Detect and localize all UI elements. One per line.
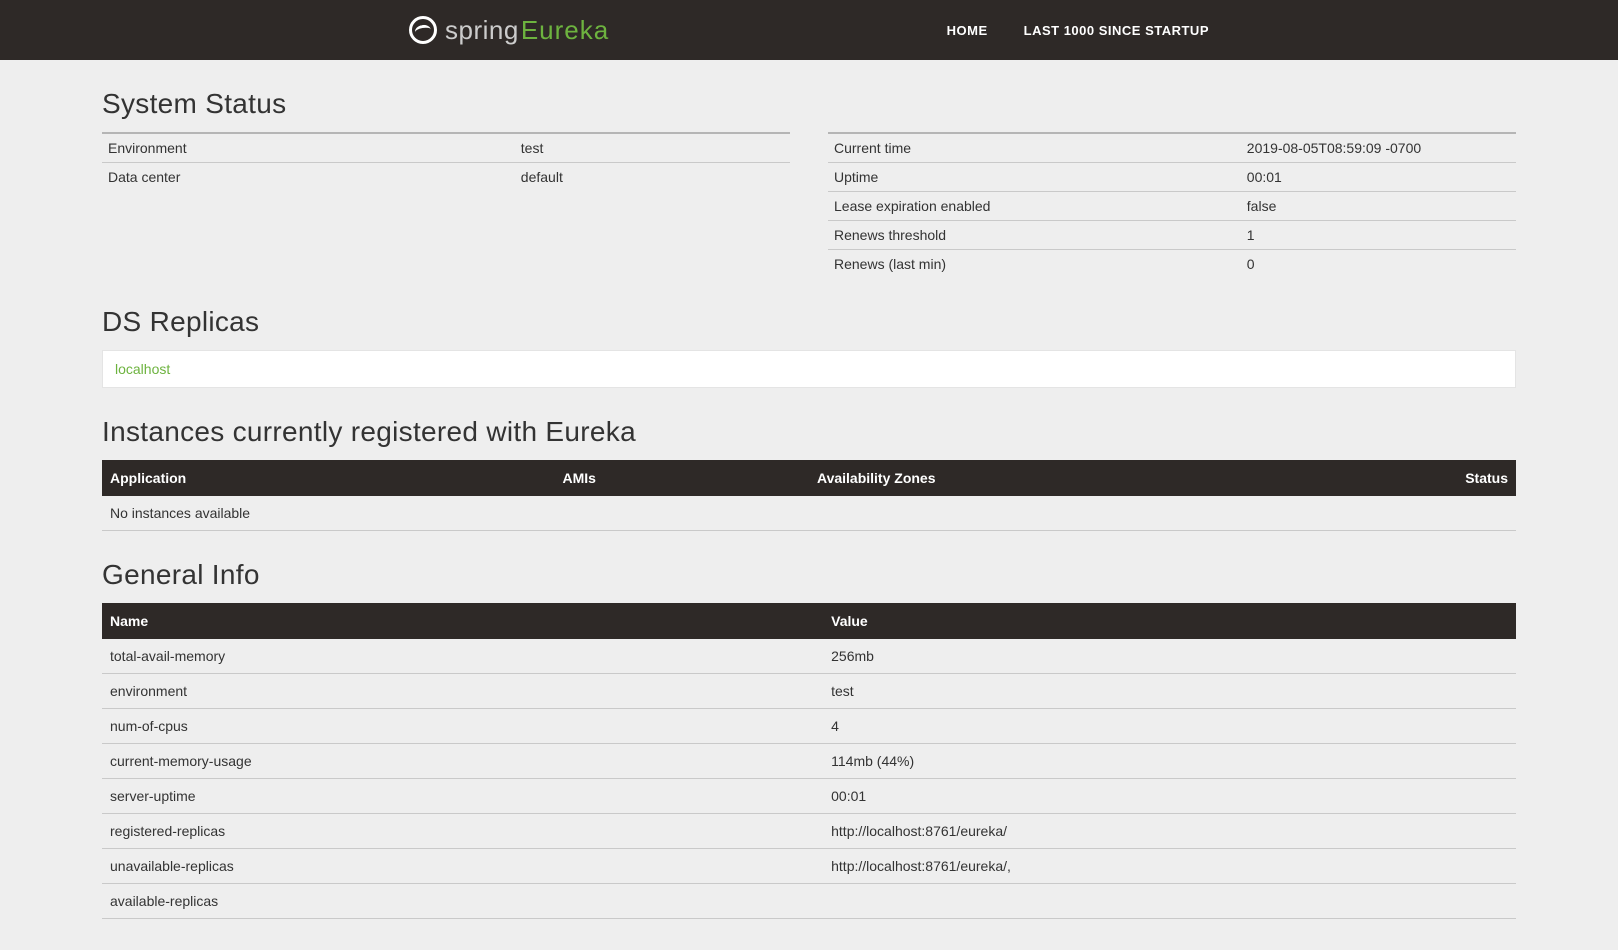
general-info-row: num-of-cpus4 (102, 709, 1516, 744)
system-status-right-table: Current time2019-08-05T08:59:09 -0700Upt… (828, 132, 1516, 278)
instances-empty-row: No instances available (102, 496, 1516, 531)
status-row: Environmenttest (102, 133, 790, 163)
status-value: 1 (1241, 221, 1516, 250)
gi-name: server-uptime (102, 779, 823, 814)
status-row: Renews (last min)0 (828, 250, 1516, 279)
nav-links: HOME LAST 1000 SINCE STARTUP (947, 23, 1209, 38)
brand-primary-text: spring (445, 15, 519, 45)
gi-name: unavailable-replicas (102, 849, 823, 884)
heading-system-status: System Status (102, 88, 1516, 120)
status-value: 0 (1241, 250, 1516, 279)
general-info-row: current-memory-usage114mb (44%) (102, 744, 1516, 779)
status-label: Renews (last min) (828, 250, 1241, 279)
status-row: Data centerdefault (102, 163, 790, 192)
gi-th-value: Value (823, 603, 1516, 639)
brand[interactable]: springEureka (409, 15, 609, 46)
general-info-row: total-avail-memory256mb (102, 639, 1516, 674)
general-info-row: unavailable-replicashttp://localhost:876… (102, 849, 1516, 884)
spring-logo-icon (409, 16, 437, 44)
system-status-row: EnvironmenttestData centerdefault Curren… (102, 132, 1516, 278)
gi-value: 00:01 (823, 779, 1516, 814)
instances-th-application: Application (102, 460, 554, 496)
heading-ds-replicas: DS Replicas (102, 306, 1516, 338)
heading-instances: Instances currently registered with Eure… (102, 416, 1516, 448)
status-value: default (515, 163, 790, 192)
brand-accent-text: Eureka (521, 15, 609, 45)
instances-empty-message: No instances available (102, 496, 1516, 531)
general-info-row: server-uptime00:01 (102, 779, 1516, 814)
status-row: Renews threshold1 (828, 221, 1516, 250)
status-label: Data center (102, 163, 515, 192)
navbar: springEureka HOME LAST 1000 SINCE STARTU… (0, 0, 1618, 60)
gi-value: 4 (823, 709, 1516, 744)
nav-link-home[interactable]: HOME (947, 23, 988, 38)
gi-value: 256mb (823, 639, 1516, 674)
nav-link-last-1000[interactable]: LAST 1000 SINCE STARTUP (1024, 23, 1209, 38)
gi-name: registered-replicas (102, 814, 823, 849)
general-info-table: Name Value total-avail-memory256mbenviro… (102, 603, 1516, 919)
status-row: Lease expiration enabledfalse (828, 192, 1516, 221)
gi-name: total-avail-memory (102, 639, 823, 674)
general-info-row: available-replicas (102, 884, 1516, 919)
status-label: Current time (828, 133, 1241, 163)
gi-name: environment (102, 674, 823, 709)
gi-name: num-of-cpus (102, 709, 823, 744)
gi-value: http://localhost:8761/eureka/, (823, 849, 1516, 884)
gi-value: http://localhost:8761/eureka/ (823, 814, 1516, 849)
status-value: test (515, 133, 790, 163)
ds-replica-link[interactable]: localhost (115, 361, 170, 377)
instances-th-amis: AMIs (554, 460, 809, 496)
gi-value (823, 884, 1516, 919)
instances-th-status: Status (1301, 460, 1516, 496)
general-info-row: environmenttest (102, 674, 1516, 709)
gi-value: 114mb (44%) (823, 744, 1516, 779)
status-value: 00:01 (1241, 163, 1516, 192)
gi-th-name: Name (102, 603, 823, 639)
gi-name: available-replicas (102, 884, 823, 919)
status-label: Lease expiration enabled (828, 192, 1241, 221)
instances-th-zones: Availability Zones (809, 460, 1301, 496)
status-row: Uptime00:01 (828, 163, 1516, 192)
general-info-row: registered-replicashttp://localhost:8761… (102, 814, 1516, 849)
ds-replicas-box: localhost (102, 350, 1516, 388)
instances-table: Application AMIs Availability Zones Stat… (102, 460, 1516, 531)
system-status-left-table: EnvironmenttestData centerdefault (102, 132, 790, 191)
status-value: false (1241, 192, 1516, 221)
status-label: Renews threshold (828, 221, 1241, 250)
status-label: Environment (102, 133, 515, 163)
gi-value: test (823, 674, 1516, 709)
status-row: Current time2019-08-05T08:59:09 -0700 (828, 133, 1516, 163)
status-value: 2019-08-05T08:59:09 -0700 (1241, 133, 1516, 163)
status-label: Uptime (828, 163, 1241, 192)
gi-name: current-memory-usage (102, 744, 823, 779)
heading-general-info: General Info (102, 559, 1516, 591)
